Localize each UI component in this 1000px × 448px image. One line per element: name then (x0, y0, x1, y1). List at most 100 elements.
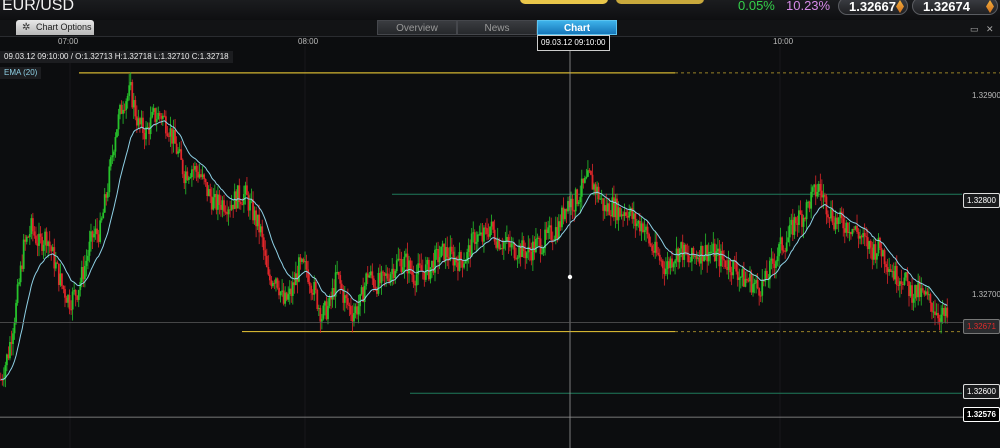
candle-body (116, 129, 118, 138)
candle-body (411, 271, 413, 275)
candle-body (787, 237, 790, 243)
candle-body (117, 114, 120, 130)
candle-body (203, 174, 206, 180)
candle-body (100, 218, 103, 221)
candle-body (759, 295, 762, 297)
candle-body (516, 257, 519, 259)
candle-body (83, 265, 86, 280)
candle-body (903, 277, 906, 285)
candle-body (402, 267, 404, 273)
candle-body (87, 255, 89, 261)
candle-body (692, 247, 695, 257)
candle-body (56, 262, 59, 264)
candle-body (68, 295, 71, 310)
crosshair-time-label: 09.03.12 09:10:00 (537, 35, 610, 51)
candle-body (415, 274, 418, 286)
candle-body (61, 273, 63, 286)
candle-body (327, 305, 329, 320)
candle-body (816, 192, 819, 197)
candle-body (756, 280, 759, 289)
candle-body (539, 238, 542, 254)
candle-body (438, 257, 441, 263)
candle-body (126, 95, 129, 102)
candle-body (946, 307, 949, 318)
candle-body (262, 237, 265, 251)
candle-body (158, 112, 161, 116)
candle-body (912, 298, 915, 303)
candle-body (643, 230, 646, 233)
candle-body (412, 274, 415, 284)
candle-body (48, 241, 51, 247)
candle-body (345, 295, 348, 299)
candle-body (921, 288, 924, 291)
candle-body (710, 251, 713, 253)
candle-body (346, 298, 349, 305)
candle-body (111, 155, 114, 158)
candle-body (635, 223, 638, 227)
candle-body (308, 282, 311, 286)
candle-body (350, 306, 352, 315)
candle-body (655, 241, 658, 253)
candles (0, 72, 949, 388)
indicator-label[interactable]: EMA (20) (0, 67, 42, 79)
candle-body (489, 226, 491, 237)
candle-body (134, 100, 137, 117)
candle-body (732, 260, 735, 276)
candle-body (863, 233, 866, 237)
candle-body (264, 250, 267, 256)
candle-body (114, 137, 117, 152)
candle-body (542, 248, 545, 253)
candle-body (463, 263, 465, 268)
candle-body (483, 227, 485, 242)
candle-body (906, 272, 909, 282)
candle-body (842, 218, 845, 229)
ohlc-readout: 09.03.12 09:10:00 / O:1.32713 H:1.32718 … (0, 51, 233, 63)
candle-body (811, 187, 814, 192)
candle-body (658, 254, 661, 261)
candle-body (707, 252, 710, 262)
candle-body (684, 244, 687, 254)
crosshair-point (567, 274, 573, 280)
candle-body (805, 202, 808, 220)
candle-body (62, 285, 65, 290)
candle-body (478, 234, 481, 236)
candle-body (765, 270, 768, 280)
x-tick-label: 10:00 (773, 37, 794, 46)
candle-body (353, 312, 355, 322)
candle-body (189, 177, 192, 179)
y-tick-label: 1.32900 (972, 91, 1000, 100)
candle-body (778, 244, 780, 257)
candle-body (279, 291, 282, 296)
candle-body (788, 224, 791, 238)
candle-body (128, 85, 131, 96)
candle-body (372, 278, 375, 288)
candle-body (729, 260, 732, 273)
candle-body (99, 220, 102, 242)
grid (69, 46, 781, 448)
candle-body (195, 166, 198, 172)
candle-body (758, 288, 761, 296)
candle-body (380, 271, 383, 284)
candle-body (856, 226, 858, 233)
candle-body (239, 202, 242, 205)
candle-body (723, 259, 725, 261)
candle-body (703, 256, 706, 262)
candle-body (18, 282, 21, 285)
candle-body (450, 246, 453, 252)
candle-body (608, 203, 611, 216)
candle-body (12, 333, 14, 345)
candle-body (446, 247, 449, 258)
candle-body (155, 119, 158, 122)
candle-body (827, 214, 829, 218)
candle-body (646, 226, 649, 235)
candle-body (865, 236, 868, 238)
chart-plot[interactable]: 1.32900 1.32700 (0, 0, 1000, 448)
candle-body (35, 235, 37, 244)
candle-body (535, 238, 537, 253)
candle-body (840, 211, 843, 219)
candle-body (42, 244, 45, 251)
candle-body (651, 245, 654, 251)
candle-body (16, 284, 19, 303)
x-tick-label: 08:00 (298, 37, 319, 46)
candle-body (937, 312, 939, 319)
